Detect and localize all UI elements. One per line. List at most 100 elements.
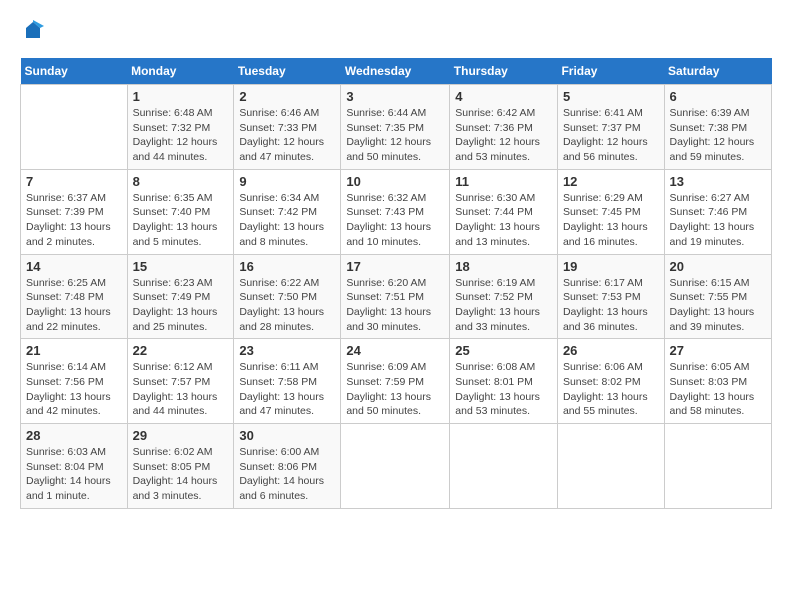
day-number: 12	[563, 174, 659, 189]
day-info: Sunrise: 6:15 AMSunset: 7:55 PMDaylight:…	[670, 277, 755, 333]
day-info: Sunrise: 6:25 AMSunset: 7:48 PMDaylight:…	[26, 277, 111, 333]
day-info: Sunrise: 6:02 AMSunset: 8:05 PMDaylight:…	[133, 446, 218, 502]
calendar-cell: 12 Sunrise: 6:29 AMSunset: 7:45 PMDaylig…	[557, 169, 664, 254]
calendar-cell: 9 Sunrise: 6:34 AMSunset: 7:42 PMDayligh…	[234, 169, 341, 254]
day-info: Sunrise: 6:20 AMSunset: 7:51 PMDaylight:…	[346, 277, 431, 333]
day-info: Sunrise: 6:42 AMSunset: 7:36 PMDaylight:…	[455, 107, 540, 163]
calendar-cell: 29 Sunrise: 6:02 AMSunset: 8:05 PMDaylig…	[127, 424, 234, 509]
calendar-cell: 24 Sunrise: 6:09 AMSunset: 7:59 PMDaylig…	[341, 339, 450, 424]
day-number: 4	[455, 89, 552, 104]
day-number: 11	[455, 174, 552, 189]
day-info: Sunrise: 6:19 AMSunset: 7:52 PMDaylight:…	[455, 277, 540, 333]
day-number: 6	[670, 89, 766, 104]
day-number: 23	[239, 343, 335, 358]
day-number: 25	[455, 343, 552, 358]
day-number: 26	[563, 343, 659, 358]
logo-icon	[22, 20, 44, 42]
day-number: 24	[346, 343, 444, 358]
day-number: 18	[455, 259, 552, 274]
day-info: Sunrise: 6:08 AMSunset: 8:01 PMDaylight:…	[455, 361, 540, 417]
calendar-cell: 25 Sunrise: 6:08 AMSunset: 8:01 PMDaylig…	[450, 339, 558, 424]
calendar-cell: 20 Sunrise: 6:15 AMSunset: 7:55 PMDaylig…	[664, 254, 771, 339]
day-info: Sunrise: 6:41 AMSunset: 7:37 PMDaylight:…	[563, 107, 648, 163]
day-number: 27	[670, 343, 766, 358]
day-number: 10	[346, 174, 444, 189]
day-info: Sunrise: 6:11 AMSunset: 7:58 PMDaylight:…	[239, 361, 324, 417]
day-info: Sunrise: 6:44 AMSunset: 7:35 PMDaylight:…	[346, 107, 431, 163]
calendar-week-1: 1 Sunrise: 6:48 AMSunset: 7:32 PMDayligh…	[21, 85, 772, 170]
day-info: Sunrise: 6:29 AMSunset: 7:45 PMDaylight:…	[563, 192, 648, 248]
calendar-cell: 16 Sunrise: 6:22 AMSunset: 7:50 PMDaylig…	[234, 254, 341, 339]
day-number: 30	[239, 428, 335, 443]
calendar-cell: 18 Sunrise: 6:19 AMSunset: 7:52 PMDaylig…	[450, 254, 558, 339]
calendar-cell: 14 Sunrise: 6:25 AMSunset: 7:48 PMDaylig…	[21, 254, 128, 339]
day-number: 22	[133, 343, 229, 358]
calendar-cell: 1 Sunrise: 6:48 AMSunset: 7:32 PMDayligh…	[127, 85, 234, 170]
calendar-cell: 11 Sunrise: 6:30 AMSunset: 7:44 PMDaylig…	[450, 169, 558, 254]
calendar-cell: 10 Sunrise: 6:32 AMSunset: 7:43 PMDaylig…	[341, 169, 450, 254]
calendar-week-2: 7 Sunrise: 6:37 AMSunset: 7:39 PMDayligh…	[21, 169, 772, 254]
day-info: Sunrise: 6:30 AMSunset: 7:44 PMDaylight:…	[455, 192, 540, 248]
calendar-week-5: 28 Sunrise: 6:03 AMSunset: 8:04 PMDaylig…	[21, 424, 772, 509]
calendar-cell: 2 Sunrise: 6:46 AMSunset: 7:33 PMDayligh…	[234, 85, 341, 170]
calendar-cell: 7 Sunrise: 6:37 AMSunset: 7:39 PMDayligh…	[21, 169, 128, 254]
day-number: 3	[346, 89, 444, 104]
day-info: Sunrise: 6:03 AMSunset: 8:04 PMDaylight:…	[26, 446, 111, 502]
calendar-week-4: 21 Sunrise: 6:14 AMSunset: 7:56 PMDaylig…	[21, 339, 772, 424]
day-info: Sunrise: 6:22 AMSunset: 7:50 PMDaylight:…	[239, 277, 324, 333]
day-info: Sunrise: 6:09 AMSunset: 7:59 PMDaylight:…	[346, 361, 431, 417]
calendar-cell: 5 Sunrise: 6:41 AMSunset: 7:37 PMDayligh…	[557, 85, 664, 170]
calendar-cell: 21 Sunrise: 6:14 AMSunset: 7:56 PMDaylig…	[21, 339, 128, 424]
day-number: 9	[239, 174, 335, 189]
calendar-cell	[450, 424, 558, 509]
calendar-cell: 19 Sunrise: 6:17 AMSunset: 7:53 PMDaylig…	[557, 254, 664, 339]
day-number: 13	[670, 174, 766, 189]
calendar-week-3: 14 Sunrise: 6:25 AMSunset: 7:48 PMDaylig…	[21, 254, 772, 339]
day-number: 2	[239, 89, 335, 104]
day-header-monday: Monday	[127, 58, 234, 85]
day-info: Sunrise: 6:06 AMSunset: 8:02 PMDaylight:…	[563, 361, 648, 417]
calendar-cell: 26 Sunrise: 6:06 AMSunset: 8:02 PMDaylig…	[557, 339, 664, 424]
day-info: Sunrise: 6:00 AMSunset: 8:06 PMDaylight:…	[239, 446, 324, 502]
calendar-cell: 30 Sunrise: 6:00 AMSunset: 8:06 PMDaylig…	[234, 424, 341, 509]
day-number: 8	[133, 174, 229, 189]
calendar-cell: 23 Sunrise: 6:11 AMSunset: 7:58 PMDaylig…	[234, 339, 341, 424]
calendar-cell: 27 Sunrise: 6:05 AMSunset: 8:03 PMDaylig…	[664, 339, 771, 424]
day-info: Sunrise: 6:14 AMSunset: 7:56 PMDaylight:…	[26, 361, 111, 417]
calendar-cell: 28 Sunrise: 6:03 AMSunset: 8:04 PMDaylig…	[21, 424, 128, 509]
day-number: 7	[26, 174, 122, 189]
day-header-friday: Friday	[557, 58, 664, 85]
calendar-cell: 22 Sunrise: 6:12 AMSunset: 7:57 PMDaylig…	[127, 339, 234, 424]
calendar-cell: 17 Sunrise: 6:20 AMSunset: 7:51 PMDaylig…	[341, 254, 450, 339]
day-header-saturday: Saturday	[664, 58, 771, 85]
day-info: Sunrise: 6:32 AMSunset: 7:43 PMDaylight:…	[346, 192, 431, 248]
day-header-sunday: Sunday	[21, 58, 128, 85]
day-number: 28	[26, 428, 122, 443]
day-info: Sunrise: 6:12 AMSunset: 7:57 PMDaylight:…	[133, 361, 218, 417]
day-number: 19	[563, 259, 659, 274]
day-info: Sunrise: 6:39 AMSunset: 7:38 PMDaylight:…	[670, 107, 755, 163]
day-header-wednesday: Wednesday	[341, 58, 450, 85]
day-number: 14	[26, 259, 122, 274]
day-info: Sunrise: 6:23 AMSunset: 7:49 PMDaylight:…	[133, 277, 218, 333]
calendar-cell: 4 Sunrise: 6:42 AMSunset: 7:36 PMDayligh…	[450, 85, 558, 170]
day-number: 20	[670, 259, 766, 274]
day-number: 5	[563, 89, 659, 104]
day-number: 1	[133, 89, 229, 104]
day-info: Sunrise: 6:46 AMSunset: 7:33 PMDaylight:…	[239, 107, 324, 163]
day-number: 17	[346, 259, 444, 274]
day-info: Sunrise: 6:27 AMSunset: 7:46 PMDaylight:…	[670, 192, 755, 248]
calendar-cell: 15 Sunrise: 6:23 AMSunset: 7:49 PMDaylig…	[127, 254, 234, 339]
day-info: Sunrise: 6:35 AMSunset: 7:40 PMDaylight:…	[133, 192, 218, 248]
day-number: 16	[239, 259, 335, 274]
calendar-cell: 13 Sunrise: 6:27 AMSunset: 7:46 PMDaylig…	[664, 169, 771, 254]
logo	[20, 20, 44, 42]
calendar-cell	[341, 424, 450, 509]
page-header	[20, 20, 772, 42]
calendar-cell: 6 Sunrise: 6:39 AMSunset: 7:38 PMDayligh…	[664, 85, 771, 170]
day-header-thursday: Thursday	[450, 58, 558, 85]
day-info: Sunrise: 6:34 AMSunset: 7:42 PMDaylight:…	[239, 192, 324, 248]
day-header-tuesday: Tuesday	[234, 58, 341, 85]
day-info: Sunrise: 6:05 AMSunset: 8:03 PMDaylight:…	[670, 361, 755, 417]
day-info: Sunrise: 6:17 AMSunset: 7:53 PMDaylight:…	[563, 277, 648, 333]
